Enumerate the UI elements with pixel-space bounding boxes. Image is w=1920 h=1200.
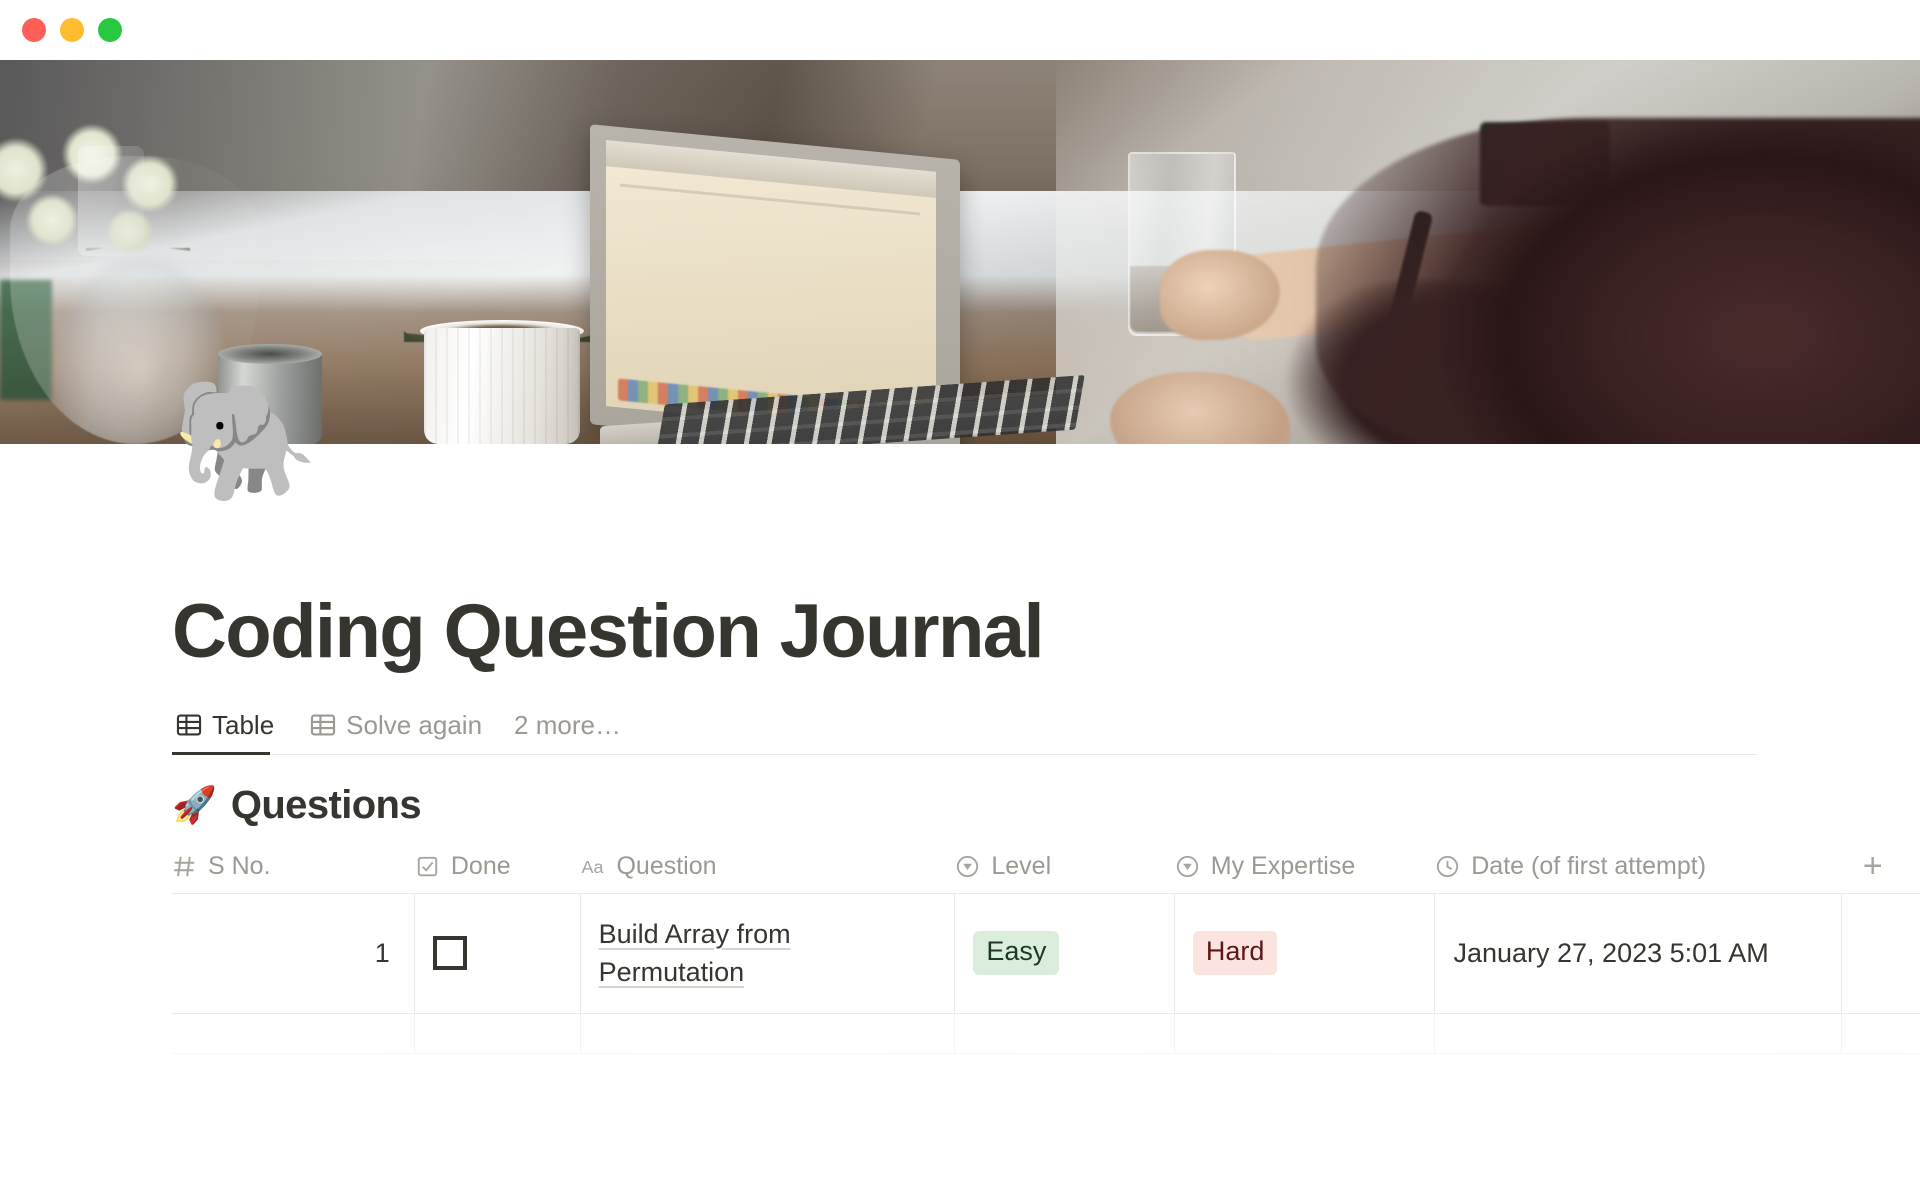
column-header-question[interactable]: Aa Question xyxy=(580,840,955,893)
column-header-level-label: Level xyxy=(991,851,1052,880)
plus-icon: + xyxy=(1862,847,1883,886)
column-header-done-label: Done xyxy=(450,851,511,880)
table-row[interactable]: 1 Build Array from Permutation Easy Hard… xyxy=(172,893,1920,1014)
done-checkbox[interactable] xyxy=(432,936,467,971)
tab-solve-again-label: Solve again xyxy=(346,709,483,740)
cell-question[interactable]: Build Array from Permutation xyxy=(581,893,956,1013)
page-title[interactable]: Coding Question Journal xyxy=(172,592,1920,672)
tab-more-views-label: 2 more… xyxy=(514,709,621,740)
select-icon xyxy=(955,854,980,879)
column-header-s-no-label: S No. xyxy=(208,851,271,880)
cell-level[interactable] xyxy=(955,1013,1175,1053)
tab-more-views[interactable]: 2 more… xyxy=(514,704,635,754)
table-icon xyxy=(310,712,336,738)
maximize-window-button[interactable] xyxy=(98,18,122,42)
table-row[interactable] xyxy=(172,1013,1920,1054)
select-icon xyxy=(1175,854,1200,879)
database-heading: 🚀 Questions xyxy=(172,783,1920,828)
database-view-tabs: Table Solve again 2 more… xyxy=(172,704,1757,755)
svg-text:Aa: Aa xyxy=(582,857,604,877)
cell-done[interactable] xyxy=(415,893,581,1013)
date-value: January 27, 2023 5:01 AM xyxy=(1453,937,1769,968)
column-header-question-label: Question xyxy=(616,851,717,880)
tab-table-label: Table xyxy=(212,709,275,740)
page-icon-elephant[interactable]: 🐘 xyxy=(172,382,319,500)
cell-my-expertise[interactable] xyxy=(1175,1013,1436,1053)
row-end-spacer xyxy=(1842,894,1920,1013)
level-tag: Easy xyxy=(973,931,1060,976)
table-icon xyxy=(176,712,202,738)
cell-s-no[interactable] xyxy=(172,1013,415,1053)
cell-question[interactable] xyxy=(581,1013,956,1053)
cell-date[interactable] xyxy=(1435,1013,1842,1053)
page-body: Coding Question Journal Table Solve agai… xyxy=(0,592,1920,1054)
column-header-s-no[interactable]: S No. xyxy=(172,840,415,893)
cell-my-expertise[interactable]: Hard xyxy=(1175,893,1436,1013)
column-header-my-expertise-label: My Expertise xyxy=(1210,851,1356,880)
table-header-row: S No. Done Aa Question Level My Expertis… xyxy=(172,840,1920,894)
expertise-tag: Hard xyxy=(1192,931,1278,976)
clock-icon xyxy=(1435,854,1460,879)
question-link[interactable]: Build Array from Permutation xyxy=(599,915,939,992)
text-icon: Aa xyxy=(580,854,605,879)
row-end-spacer xyxy=(1842,1014,1920,1053)
number-icon xyxy=(172,854,197,879)
cell-s-no-value: 1 xyxy=(374,937,390,968)
column-header-level[interactable]: Level xyxy=(955,840,1174,893)
window-titlebar xyxy=(0,0,1920,60)
checkbox-icon xyxy=(415,854,440,879)
cell-level[interactable]: Easy xyxy=(955,893,1175,1013)
column-header-date-label: Date (of first attempt) xyxy=(1471,851,1707,880)
questions-table: S No. Done Aa Question Level My Expertis… xyxy=(172,840,1920,1054)
tab-table[interactable]: Table xyxy=(172,704,288,755)
column-header-my-expertise[interactable]: My Expertise xyxy=(1175,840,1435,893)
cell-date[interactable]: January 27, 2023 5:01 AM xyxy=(1435,893,1842,1013)
cell-s-no[interactable]: 1 xyxy=(172,893,415,1013)
minimize-window-button[interactable] xyxy=(60,18,84,42)
column-header-done[interactable]: Done xyxy=(415,840,581,893)
tab-solve-again[interactable]: Solve again xyxy=(306,704,496,754)
rocket-icon: 🚀 xyxy=(172,784,217,826)
add-column-button[interactable]: + xyxy=(1841,840,1920,893)
column-header-date[interactable]: Date (of first attempt) xyxy=(1435,840,1841,893)
close-window-button[interactable] xyxy=(22,18,46,42)
database-title[interactable]: Questions xyxy=(231,783,422,828)
cell-done[interactable] xyxy=(415,1013,581,1053)
